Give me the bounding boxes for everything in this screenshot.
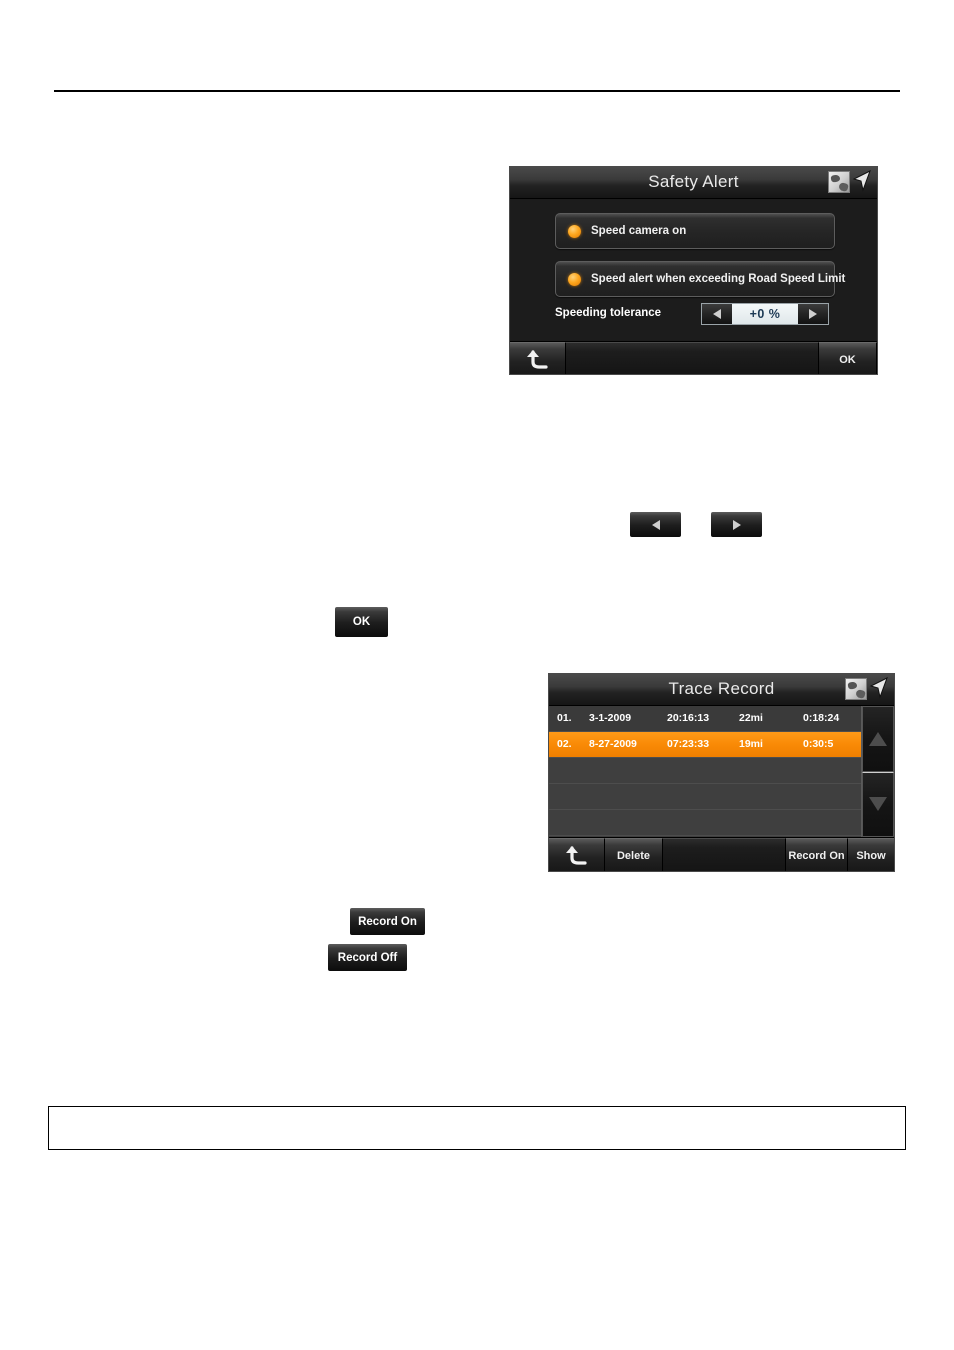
safety-alert-title: Safety Alert bbox=[648, 172, 739, 191]
scrollbar[interactable] bbox=[861, 706, 894, 837]
note-box-text bbox=[49, 1107, 905, 1119]
toolbar-spacer bbox=[566, 342, 819, 374]
map-cursor-icon[interactable] bbox=[826, 169, 874, 195]
tolerance-value: +0 % bbox=[732, 304, 798, 324]
scroll-up-button[interactable] bbox=[862, 706, 894, 772]
ok-button[interactable]: OK bbox=[819, 342, 877, 374]
ok-button-label: OK bbox=[839, 354, 856, 366]
safety-alert-toolbar: OK bbox=[510, 341, 877, 374]
row-distance: 22mi bbox=[739, 712, 763, 724]
note-box bbox=[48, 1106, 906, 1150]
row-distance: 19mi bbox=[739, 738, 763, 750]
triangle-right-icon bbox=[809, 309, 817, 319]
row-time: 20:16:13 bbox=[667, 712, 710, 724]
safety-alert-screen: Safety Alert Speed camera on Speed alert… bbox=[509, 166, 878, 375]
triangle-up-icon bbox=[869, 731, 887, 746]
scroll-down-button[interactable] bbox=[862, 771, 894, 837]
next-arrow-button[interactable] bbox=[711, 512, 762, 537]
back-arrow-icon bbox=[526, 350, 548, 369]
triangle-down-icon bbox=[869, 797, 887, 812]
row-duration: 0:18:24 bbox=[803, 712, 840, 724]
trace-record-screen: Trace Record 01. 3-1-2009 20:16:13 22mi … bbox=[548, 673, 895, 872]
trace-record-body: 01. 3-1-2009 20:16:13 22mi 0:18:24 02. 8… bbox=[549, 706, 894, 837]
show-button-label: Show bbox=[856, 850, 886, 862]
delete-button[interactable]: Delete bbox=[605, 838, 663, 871]
record-on-button[interactable]: Record On bbox=[786, 838, 848, 871]
tolerance-increment-button[interactable] bbox=[798, 304, 828, 324]
table-row[interactable] bbox=[549, 784, 861, 810]
triangle-left-icon bbox=[651, 519, 660, 530]
prev-arrow-button[interactable] bbox=[630, 512, 681, 537]
trace-record-list: 01. 3-1-2009 20:16:13 22mi 0:18:24 02. 8… bbox=[549, 706, 861, 837]
speeding-tolerance-stepper[interactable]: +0 % bbox=[701, 303, 829, 325]
inline-ok-button[interactable]: OK bbox=[335, 607, 388, 637]
row-time: 07:23:33 bbox=[667, 738, 710, 750]
safety-alert-titlebar: Safety Alert bbox=[510, 167, 877, 199]
option-speed-camera-label: Speed camera on bbox=[591, 225, 687, 237]
row-date: 8-27-2009 bbox=[589, 738, 637, 750]
toolbar-spacer bbox=[663, 838, 786, 871]
row-index: 02. bbox=[557, 738, 572, 750]
tolerance-decrement-button[interactable] bbox=[702, 304, 732, 324]
back-button[interactable] bbox=[510, 342, 566, 374]
inline-record-off-label: Record Off bbox=[337, 951, 398, 964]
globe-icon bbox=[828, 171, 850, 193]
inline-record-on-label: Record On bbox=[358, 915, 417, 928]
row-index: 01. bbox=[557, 712, 572, 724]
table-row[interactable]: 01. 3-1-2009 20:16:13 22mi 0:18:24 bbox=[549, 706, 861, 732]
page-header-rule bbox=[54, 90, 900, 92]
trace-record-titlebar: Trace Record bbox=[549, 674, 894, 706]
triangle-left-icon bbox=[713, 309, 721, 319]
back-button[interactable] bbox=[549, 838, 605, 871]
table-row[interactable] bbox=[549, 810, 861, 836]
option-speed-camera-on[interactable]: Speed camera on bbox=[555, 213, 835, 249]
inline-record-off-button[interactable]: Record Off bbox=[328, 944, 407, 971]
row-date: 3-1-2009 bbox=[589, 712, 632, 724]
record-on-button-label: Record On bbox=[788, 850, 845, 862]
inline-record-on-button[interactable]: Record On bbox=[350, 908, 425, 935]
delete-button-label: Delete bbox=[616, 850, 651, 862]
trace-record-toolbar: Delete Record On Show bbox=[549, 837, 894, 871]
inline-ok-button-label: OK bbox=[352, 616, 371, 628]
map-cursor-icon[interactable] bbox=[843, 676, 891, 702]
radio-on-icon bbox=[568, 225, 581, 238]
table-row[interactable]: 02. 8-27-2009 07:23:33 19mi 0:30:5 bbox=[549, 732, 861, 758]
radio-on-icon bbox=[568, 273, 581, 286]
globe-icon bbox=[845, 678, 867, 700]
safety-alert-body: Speed camera on Speed alert when exceedi… bbox=[510, 199, 877, 341]
table-row[interactable] bbox=[549, 758, 861, 784]
show-button[interactable]: Show bbox=[848, 838, 894, 871]
option-speed-alert-road-limit[interactable]: Speed alert when exceeding Road Speed Li… bbox=[555, 261, 845, 297]
back-arrow-icon bbox=[565, 846, 587, 865]
option-speed-alert-label: Speed alert when exceeding Road Speed Li… bbox=[591, 273, 846, 285]
row-duration: 0:30:5 bbox=[803, 738, 834, 750]
triangle-right-icon bbox=[732, 519, 741, 530]
speeding-tolerance-label: Speeding tolerance bbox=[555, 307, 662, 319]
